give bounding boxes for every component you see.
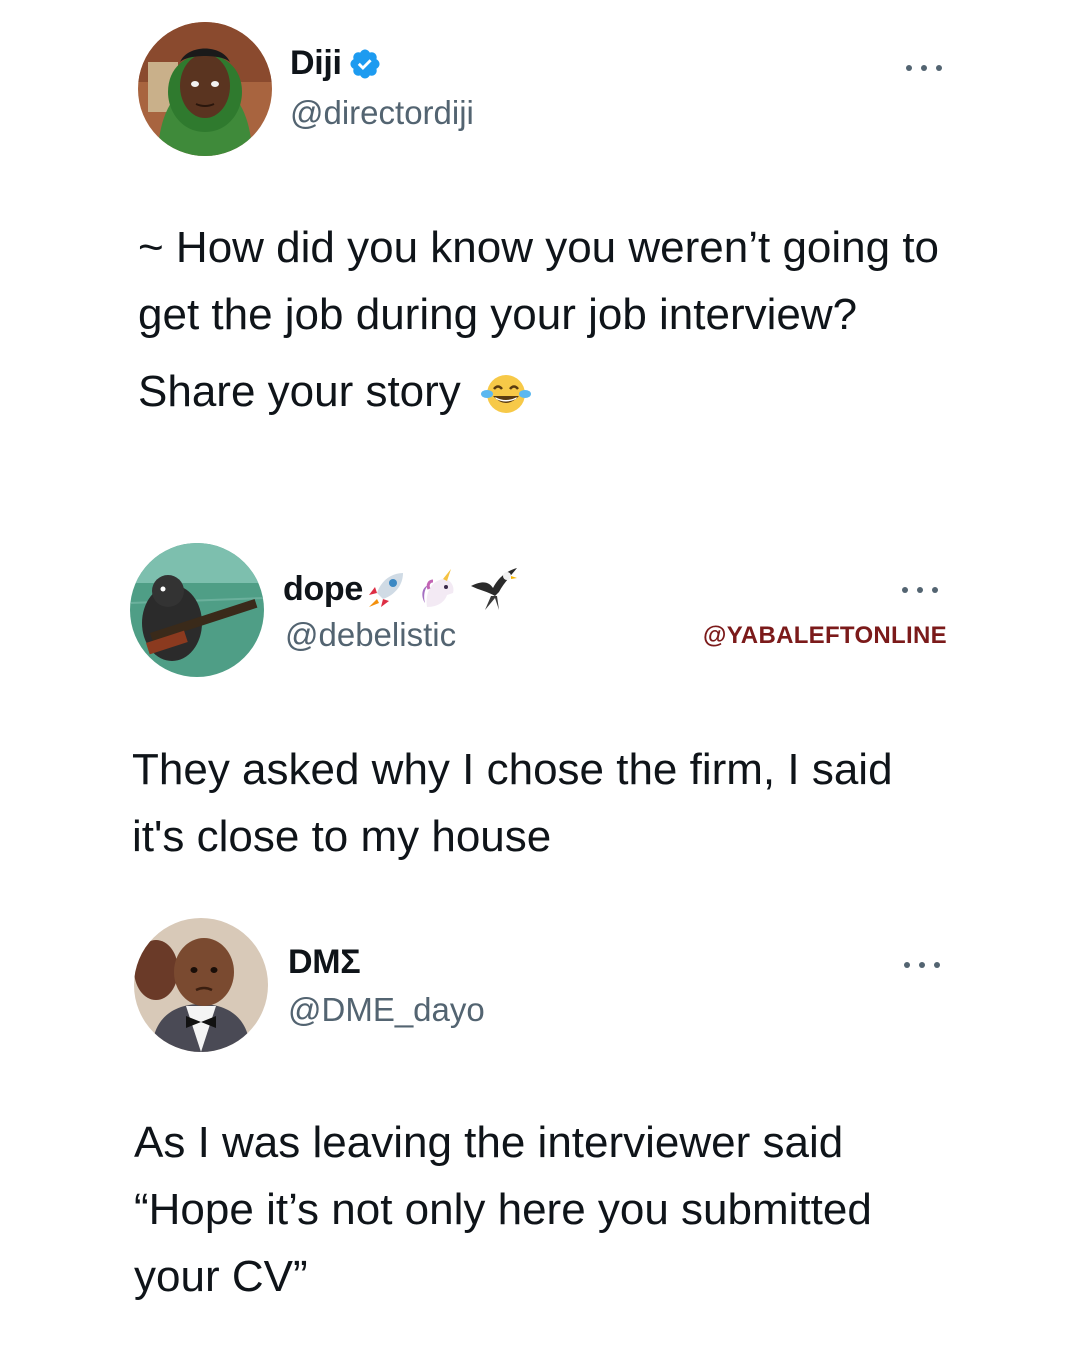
display-name[interactable]: Diji — [290, 44, 342, 83]
tweet-text: ~ How did you know you weren’t going to … — [138, 214, 968, 425]
tweet-1: Diji @directordiji ~ How did you know yo… — [0, 0, 1080, 520]
avatar[interactable] — [130, 543, 264, 677]
more-options-icon[interactable] — [904, 955, 940, 975]
unicorn-icon — [422, 569, 454, 607]
avatar[interactable] — [134, 918, 268, 1052]
handle[interactable]: @debelistic — [285, 616, 456, 654]
tweet-text-line: As I was leaving the interviewer said “H… — [134, 1118, 872, 1301]
tweet-text: As I was leaving the interviewer said “H… — [134, 1109, 914, 1310]
eagle-icon — [471, 568, 518, 610]
face-with-tears-of-joy-icon — [481, 375, 532, 414]
tweet-text-line: They asked why I chose the firm, I said … — [132, 745, 893, 861]
tweet-3: DMΣ @DME_dayo As I was leaving the inter… — [0, 905, 1080, 1325]
tweet-2: dope @debelistic @YABALEFTONLINE They as… — [0, 530, 1080, 890]
display-name[interactable]: dope — [283, 570, 363, 609]
more-options-icon[interactable] — [902, 580, 938, 600]
tweet-text-span: Share your story — [138, 367, 461, 416]
verified-badge-icon — [350, 48, 380, 79]
name-row: dope — [283, 566, 519, 612]
display-name[interactable]: DMΣ — [288, 943, 361, 982]
rocket-icon — [369, 573, 404, 607]
handle[interactable]: @directordiji — [290, 94, 474, 132]
avatar[interactable] — [138, 22, 272, 156]
tweet-text-line: ~ How did you know you weren’t going to … — [138, 223, 940, 339]
name-row: DMΣ — [288, 943, 361, 982]
animal-with-rifle-avatar-icon — [130, 543, 264, 677]
handle[interactable]: @DME_dayo — [288, 991, 485, 1029]
watermark: @YABALEFTONLINE — [703, 622, 947, 649]
tweet-text-line: Share your story — [138, 358, 968, 425]
child-in-bowtie-avatar-icon — [134, 918, 268, 1052]
more-options-icon[interactable] — [906, 58, 942, 78]
person-green-hoodie-avatar-icon — [138, 22, 272, 156]
name-row: Diji — [290, 44, 382, 83]
tweet-text: They asked why I chose the firm, I said … — [132, 736, 932, 870]
